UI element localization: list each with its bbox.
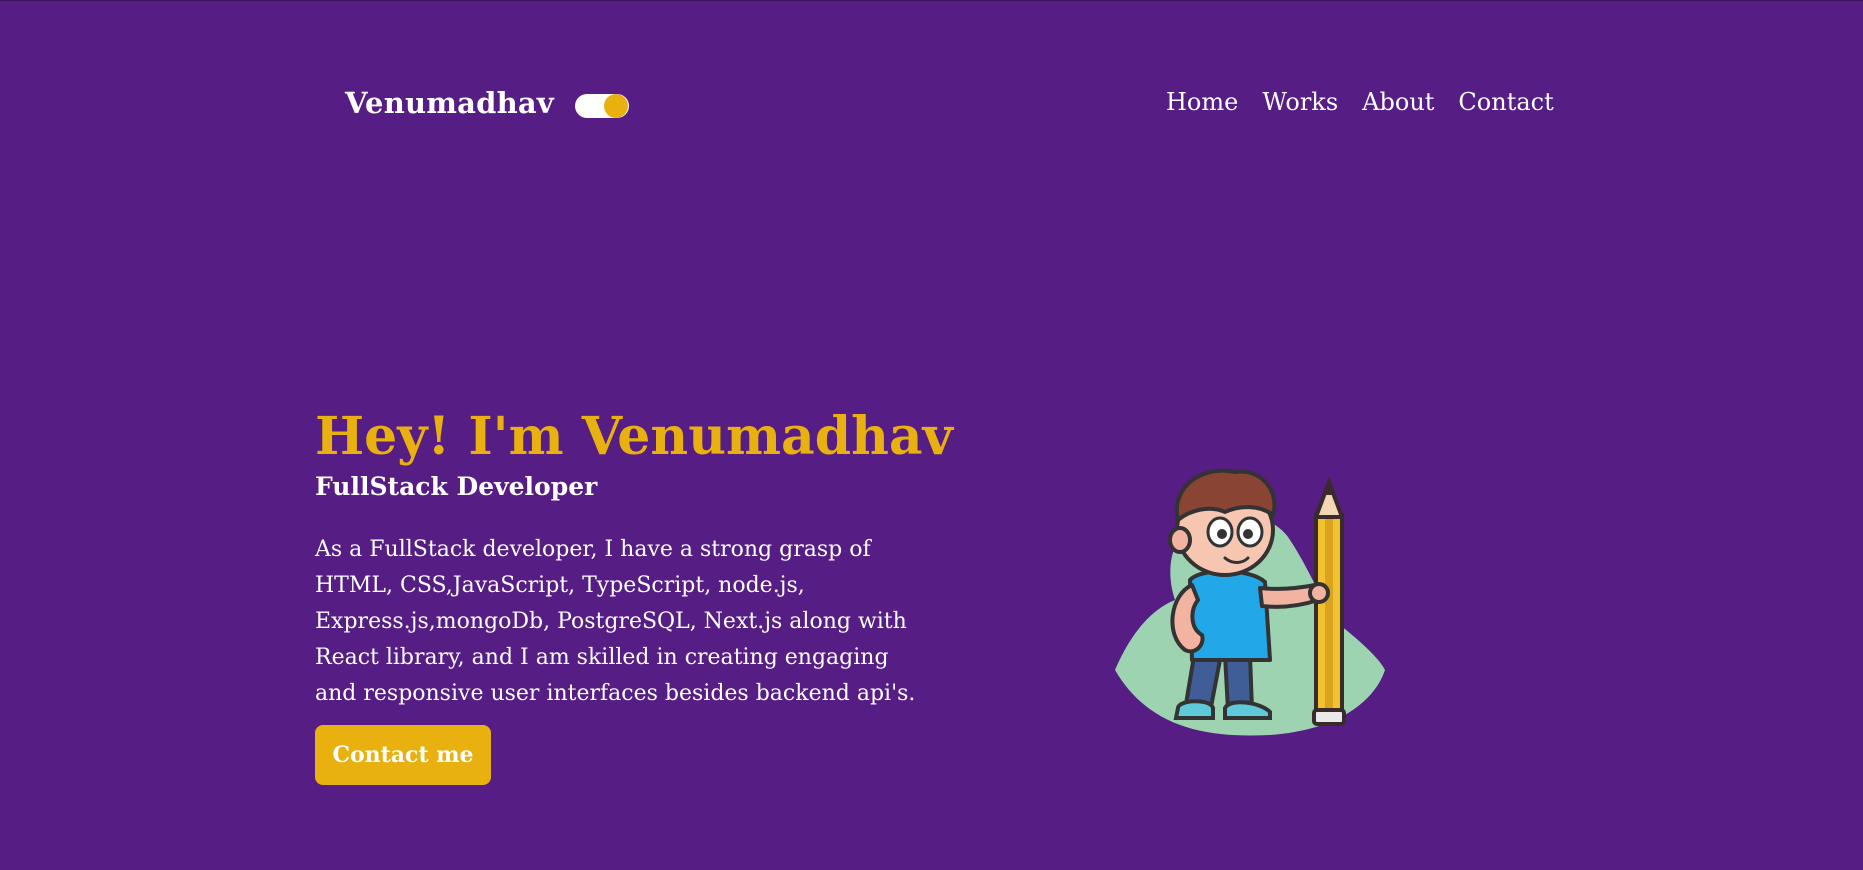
description-line: React library, and I am skilled in creat…	[315, 645, 889, 670]
main-nav: Home Works About Contact	[1166, 88, 1554, 116]
hero-title: Hey! I'm Venumadhav	[315, 406, 953, 467]
nav-contact[interactable]: Contact	[1458, 88, 1553, 116]
cartoon-boy-with-pencil-icon	[1115, 468, 1385, 736]
hero-description: As a FullStack developer, I have a stron…	[315, 532, 935, 712]
contact-me-button[interactable]: Contact me	[315, 725, 491, 785]
nav-home[interactable]: Home	[1166, 88, 1238, 116]
brand-logo[interactable]: Venumadhav	[345, 86, 554, 120]
hero-subtitle: FullStack Developer	[315, 472, 598, 501]
description-line: As a FullStack developer, I have a stron…	[315, 537, 871, 562]
description-line: Express.js,mongoDb, PostgreSQL, Next.js …	[315, 609, 907, 634]
description-line: and responsive user interfaces besides b…	[315, 681, 916, 706]
site-header: Venumadhav Home Works About Contact	[0, 0, 1863, 140]
nav-about[interactable]: About	[1362, 88, 1434, 116]
toggle-knob	[604, 94, 628, 118]
theme-toggle[interactable]	[575, 94, 629, 118]
nav-works[interactable]: Works	[1262, 88, 1338, 116]
description-line: HTML, CSS,JavaScript, TypeScript, node.j…	[315, 573, 805, 598]
